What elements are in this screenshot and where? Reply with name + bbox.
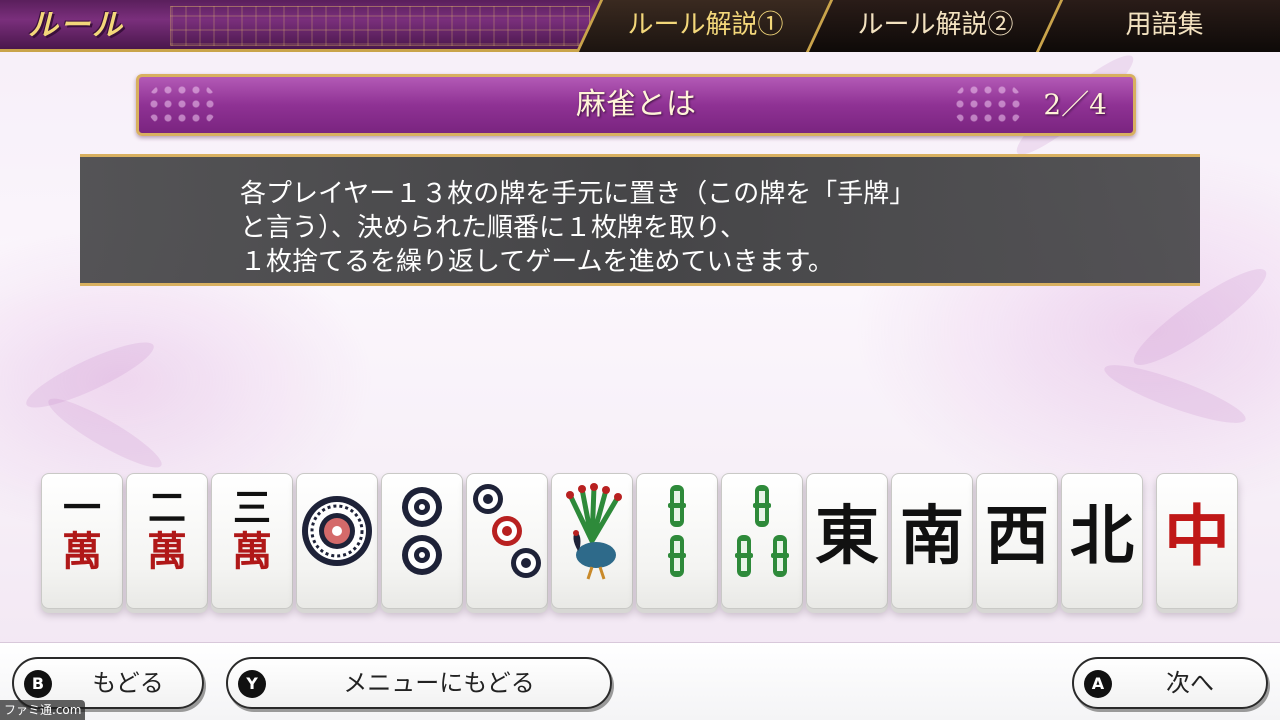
- tile-red-dragon: 中: [1156, 473, 1238, 609]
- tile-honor: 北: [1070, 499, 1134, 574]
- tile-3-pin: [466, 473, 548, 609]
- next-button-label: 次へ: [1166, 669, 1214, 697]
- tile-honor: 中: [1164, 497, 1230, 575]
- tab-label: 用語集: [1125, 10, 1204, 40]
- tile-2-pin: [381, 473, 463, 609]
- tile-east: 東: [806, 473, 888, 609]
- bamboo-leaf-decor: [1099, 355, 1251, 433]
- return-to-menu-button[interactable]: Y メニューにもどる: [226, 657, 612, 709]
- tile-3-sou: [721, 473, 803, 609]
- pin-1-icon: [302, 496, 372, 566]
- description-line: １枚捨てるを繰り返してゲームを進めていきます。: [240, 247, 834, 277]
- section-header: 麻雀とは 2／4: [136, 74, 1136, 136]
- tile-north: 北: [1061, 473, 1143, 609]
- tab-label: ルール解説②: [857, 10, 1014, 40]
- description-line: と言う）、決められた順番に１枚牌を取り、: [240, 213, 746, 243]
- tile-honor: 東: [815, 499, 879, 574]
- sou-2-icon: [668, 485, 686, 577]
- tab-rules-2[interactable]: ルール解説②: [805, 0, 1063, 52]
- tile-1-pin: [296, 473, 378, 609]
- tile-1-sou: [551, 473, 633, 609]
- top-bar: ルール ルール解説① ルール解説② 用語集: [0, 0, 1280, 52]
- tile-west: 西: [976, 473, 1058, 609]
- tile-suit: 萬: [147, 528, 187, 575]
- bamboo-leaf-decor: [42, 389, 168, 477]
- return-to-menu-label: メニューにもどる: [343, 669, 535, 697]
- tile-suit: 萬: [232, 528, 272, 575]
- tile-3-man: 三 萬: [211, 473, 293, 609]
- pin-3-icon: [473, 484, 541, 578]
- y-button-icon: Y: [238, 670, 266, 698]
- description-panel: 各プレイヤー１３枚の牌を手元に置き（この牌を「手牌」 と言う）、決められた順番に…: [80, 154, 1200, 286]
- screen-title: ルール: [28, 8, 124, 43]
- tile-number: 三: [232, 485, 271, 530]
- bottom-button-bar: B もどる Y メニューにもどる A 次へ: [0, 642, 1280, 720]
- tile-number: 一: [62, 485, 101, 530]
- page-indicator: 2／4: [1043, 88, 1107, 121]
- sou-3-icon: [735, 485, 789, 577]
- lattice-pattern-decor: [170, 6, 590, 46]
- tab-rules-1[interactable]: ルール解説①: [575, 0, 833, 52]
- tile-2-sou: [636, 473, 718, 609]
- tile-number: 二: [147, 485, 186, 530]
- b-button-icon: B: [24, 670, 52, 698]
- tile-honor: 南: [900, 499, 964, 574]
- tile-suit: 萬: [62, 528, 102, 575]
- description-line: 各プレイヤー１３枚の牌を手元に置き（この牌を「手牌」: [240, 179, 916, 209]
- tab-glossary[interactable]: 用語集: [1035, 0, 1280, 52]
- bamboo-leaf-decor: [20, 331, 160, 419]
- tile-1-man: 一 萬: [41, 473, 123, 609]
- tile-honor: 西: [985, 499, 1049, 574]
- peacock-bird-icon: [566, 483, 622, 580]
- next-button[interactable]: A 次へ: [1072, 657, 1268, 709]
- pin-2-icon: [402, 487, 442, 575]
- tile-2-man: 二 萬: [126, 473, 208, 609]
- site-watermark: ファミ通.com: [0, 700, 86, 720]
- tile-south: 南: [891, 473, 973, 609]
- section-title: 麻雀とは: [576, 87, 696, 122]
- a-button-icon: A: [1084, 670, 1112, 698]
- tab-label: ルール解説①: [627, 10, 784, 40]
